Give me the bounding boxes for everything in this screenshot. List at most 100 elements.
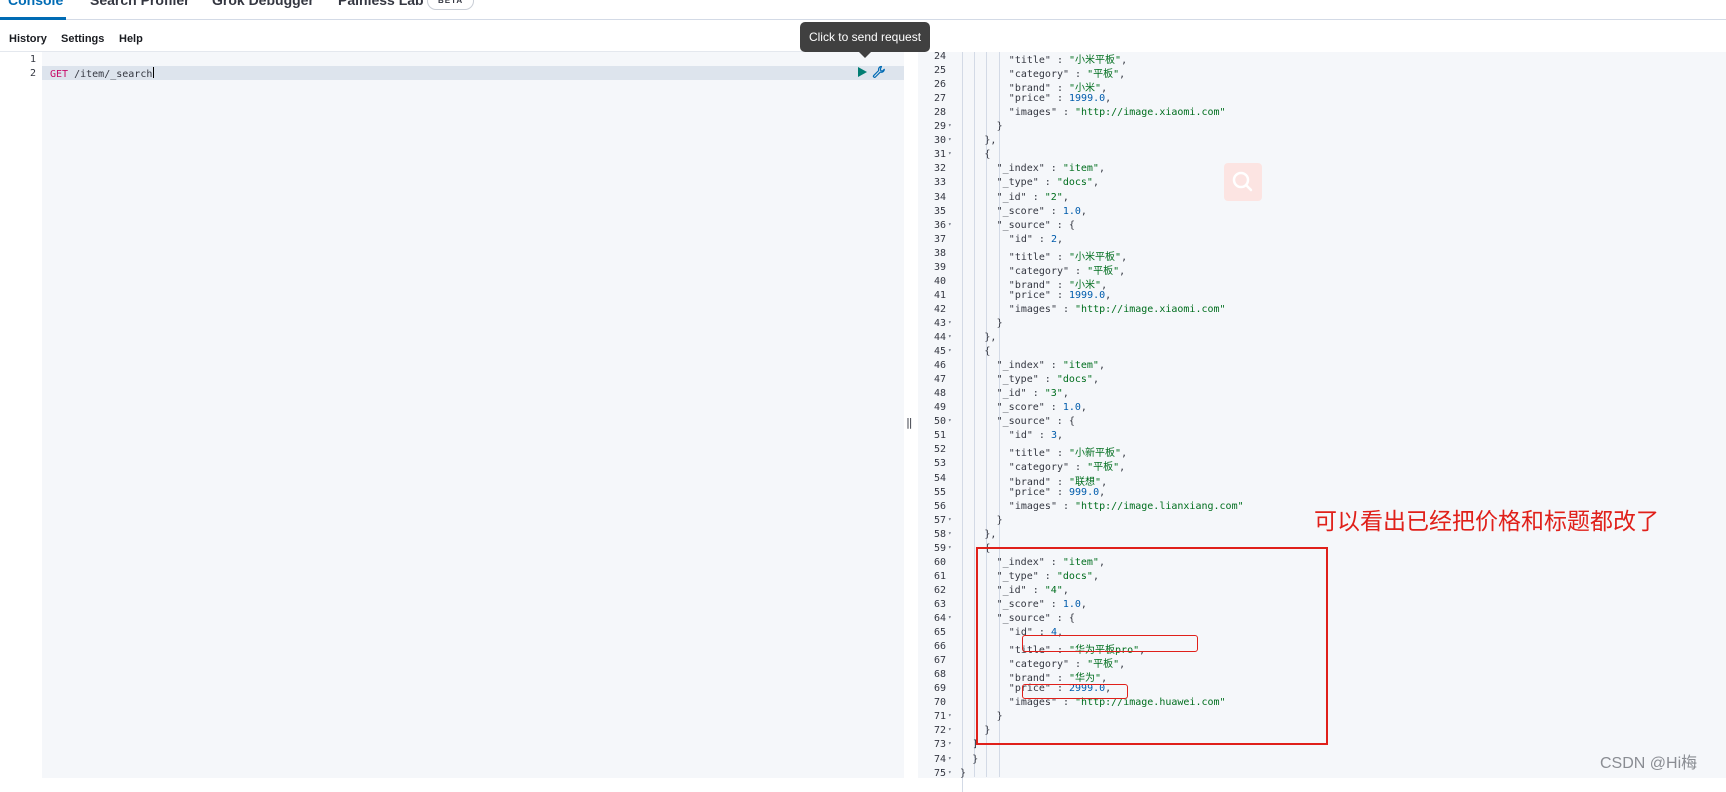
line-number: 28 (933, 107, 946, 119)
request-line[interactable]: GET /item/_search (50, 67, 155, 80)
fold-arrow-icon[interactable]: ▾ (948, 614, 952, 621)
fold-arrow-icon[interactable]: ▾ (948, 769, 952, 776)
fold-arrow-icon[interactable]: ▾ (948, 712, 952, 719)
tab-grok-debugger[interactable]: Grok Debugger (212, 0, 314, 8)
wrench-icon[interactable] (872, 65, 886, 79)
fold-arrow-icon[interactable]: ▾ (948, 221, 952, 228)
response-code: "_id" : "3", (996, 388, 1069, 400)
response-code: "category" : "平板", (1008, 69, 1126, 81)
response-code: }, (984, 135, 997, 147)
response-line: 45 ▾ { (918, 346, 1726, 360)
fold-arrow-icon[interactable]: ▾ (948, 122, 952, 129)
request-path: /item/_search (74, 69, 153, 80)
line-number: 56 (933, 500, 946, 512)
line-number: 41 (933, 289, 946, 301)
request-gutter: 1 2 (6, 52, 42, 778)
response-line: 38 "title" : "小米平板", (918, 248, 1726, 263)
response-line: 53 "category" : "平板", (918, 458, 1726, 474)
line-number: 25 (933, 65, 946, 77)
line-number: 43 (933, 317, 946, 329)
response-line: 55 "price" : 999.0, (918, 487, 1726, 501)
response-line: 43 ▾} (918, 318, 1726, 332)
response-line: 27 "price" : 1999.0, (918, 93, 1726, 107)
line-number: 1 (29, 54, 36, 65)
response-code: "category" : "平板", (1008, 462, 1126, 474)
line-number: 45 (933, 346, 946, 358)
response-code: "id" : 2, (1008, 233, 1064, 245)
line-number: 51 (933, 430, 946, 442)
line-number: 46 (933, 360, 946, 372)
tab-search-profiler[interactable]: Search Profiler (90, 0, 190, 8)
line-number: 60 (933, 556, 946, 568)
response-line: 41 "price" : 1999.0, (918, 290, 1726, 304)
response-line: 33 "_type" : "docs", (918, 177, 1726, 191)
line-number: 54 (933, 472, 946, 484)
highlight-box-price (1022, 684, 1128, 699)
line-number: 72 (933, 725, 946, 737)
response-line: 34 "_id" : "2", (918, 192, 1726, 206)
response-line: 31 ▾ { (918, 149, 1726, 163)
line-number: 34 (933, 191, 946, 203)
line-number: 33 (933, 177, 946, 189)
menu-settings[interactable]: Settings (61, 33, 104, 45)
fold-arrow-icon[interactable]: ▾ (948, 333, 952, 340)
response-code: "category" : "平板", (1008, 265, 1126, 277)
line-number: 59 (933, 542, 946, 554)
tab-console[interactable]: Console (8, 0, 63, 8)
response-code: "_type" : "docs", (996, 177, 1099, 189)
menu-history[interactable]: History (9, 33, 47, 45)
response-code: } (996, 121, 1003, 133)
line-number: 58 (933, 528, 946, 540)
line-number: 65 (933, 627, 946, 639)
response-code: "images" : "http://image.xiaomi.com" (1008, 107, 1226, 119)
response-code: "_source" : { (996, 416, 1075, 428)
send-request-tooltip: Click to send request (800, 22, 930, 52)
response-code: { (984, 149, 991, 161)
fold-arrow-icon[interactable]: ▾ (948, 417, 952, 424)
fold-arrow-icon[interactable]: ▾ (948, 726, 952, 733)
fold-arrow-icon[interactable]: ▾ (948, 347, 952, 354)
fold-arrow-icon[interactable]: ▾ (948, 136, 952, 143)
line-number: 52 (933, 444, 946, 456)
response-code: "_index" : "item", (996, 360, 1105, 372)
menu-help[interactable]: Help (119, 33, 143, 45)
response-line: 49 "_score" : 1.0, (918, 402, 1726, 416)
response-line: 54 "brand" : "联想", (918, 472, 1726, 488)
response-line: 51 "id" : 3, (918, 430, 1726, 444)
top-tab-bar: Console Search Profiler Grok Debugger Pa… (0, 0, 1726, 20)
tab-painless-lab[interactable]: Painless Lab (338, 0, 424, 8)
panel-resizer[interactable]: ‖ (906, 416, 913, 429)
fold-arrow-icon[interactable]: ▾ (948, 319, 952, 326)
response-code: } (996, 514, 1003, 526)
fold-arrow-icon[interactable]: ▾ (948, 544, 952, 551)
request-editor[interactable]: 1 2 GET /item/_search (6, 52, 904, 778)
line-number: 61 (933, 570, 946, 582)
response-code: } (960, 767, 967, 779)
response-code: "images" : "http://image.lianxiang.com" (1008, 500, 1244, 512)
response-line: 26 "brand" : "小米", (918, 79, 1726, 94)
line-number: 63 (933, 598, 946, 610)
response-line: 37 "id" : 2, (918, 234, 1726, 248)
line-number: 64 (933, 613, 946, 624)
response-code: "_id" : "2", (996, 191, 1069, 203)
fold-arrow-icon[interactable]: ▾ (948, 150, 952, 157)
fold-arrow-icon[interactable]: ▾ (948, 755, 952, 762)
floating-search-button[interactable] (1224, 163, 1262, 201)
response-line: 39 "category" : "平板", (918, 262, 1726, 277)
line-number: 40 (933, 275, 946, 287)
response-line: 50 ▾ "_source" : { (918, 416, 1726, 430)
fold-arrow-icon[interactable]: ▾ (948, 516, 952, 523)
line-number: 37 (933, 233, 946, 245)
response-line: 29 ▾} (918, 121, 1726, 135)
response-line: 24 "title" : "小米平板", (918, 51, 1726, 66)
line-number: 73 (933, 739, 946, 751)
line-number: 49 (933, 402, 946, 414)
response-line: 32 "_index" : "item", (918, 163, 1726, 177)
line-number: 53 (933, 458, 946, 470)
fold-arrow-icon[interactable]: ▾ (948, 740, 952, 747)
fold-arrow-icon[interactable]: ▾ (948, 530, 952, 537)
annotation-text: 可以看出已经把价格和标题都改了 (1314, 508, 1659, 534)
response-line: 36 ▾ "_source" : { (918, 220, 1726, 234)
request-method: GET (50, 69, 69, 80)
play-icon[interactable] (856, 66, 868, 78)
